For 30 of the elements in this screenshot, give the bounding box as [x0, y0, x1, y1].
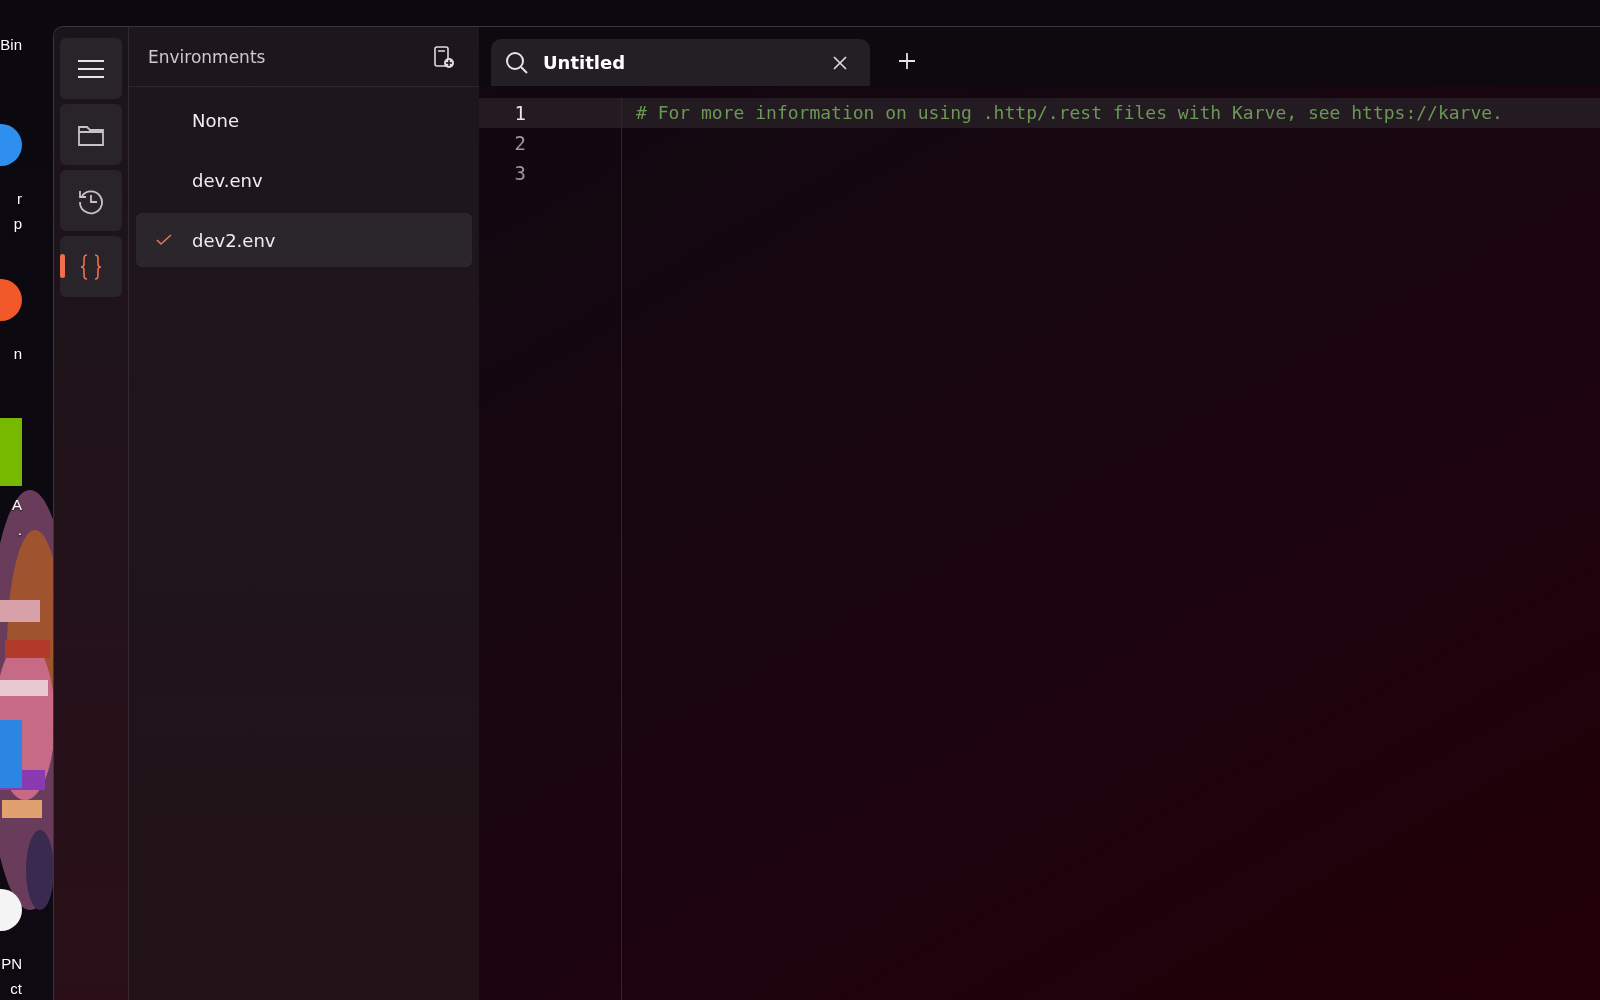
- desktop-icon-label[interactable]: Bin: [0, 32, 22, 57]
- desktop-icon-label[interactable]: A: [12, 492, 22, 517]
- desktop-icon-label[interactable]: ct: [10, 976, 22, 1000]
- search-icon: [505, 50, 529, 75]
- active-indicator: [60, 254, 65, 278]
- close-icon[interactable]: [832, 54, 848, 71]
- line-number: 2: [514, 132, 526, 154]
- folder-button[interactable]: [60, 104, 122, 165]
- panel-title: Environments: [148, 46, 266, 67]
- line-number: 3: [514, 162, 526, 184]
- environment-item[interactable]: dev2.env: [136, 213, 472, 267]
- environment-item[interactable]: dev.env: [136, 153, 472, 207]
- braces-button[interactable]: [60, 236, 122, 297]
- menu-icon: [77, 58, 105, 79]
- desktop-icon-label[interactable]: PN: [1, 951, 22, 976]
- add-document-icon[interactable]: [433, 44, 455, 69]
- desktop-icon-label[interactable]: r: [17, 186, 22, 211]
- history-button[interactable]: [60, 170, 122, 231]
- tab-title: Untitled: [543, 52, 627, 73]
- menu-button[interactable]: [60, 38, 122, 99]
- editor-tab[interactable]: Untitled: [491, 39, 870, 86]
- plus-icon[interactable]: [898, 52, 916, 70]
- desktop-icon-label[interactable]: n: [13, 341, 22, 366]
- braces-icon: [79, 252, 103, 281]
- code-comment: # For more information on using .http/.rest files with Karve, see https://karve.: [636, 102, 1503, 123]
- check-icon: [156, 234, 172, 246]
- environment-item[interactable]: None: [136, 93, 472, 147]
- desktop-icon-label[interactable]: .: [17, 517, 22, 542]
- line-number: 1: [514, 102, 526, 124]
- desktop-icon-label[interactable]: p: [13, 211, 22, 236]
